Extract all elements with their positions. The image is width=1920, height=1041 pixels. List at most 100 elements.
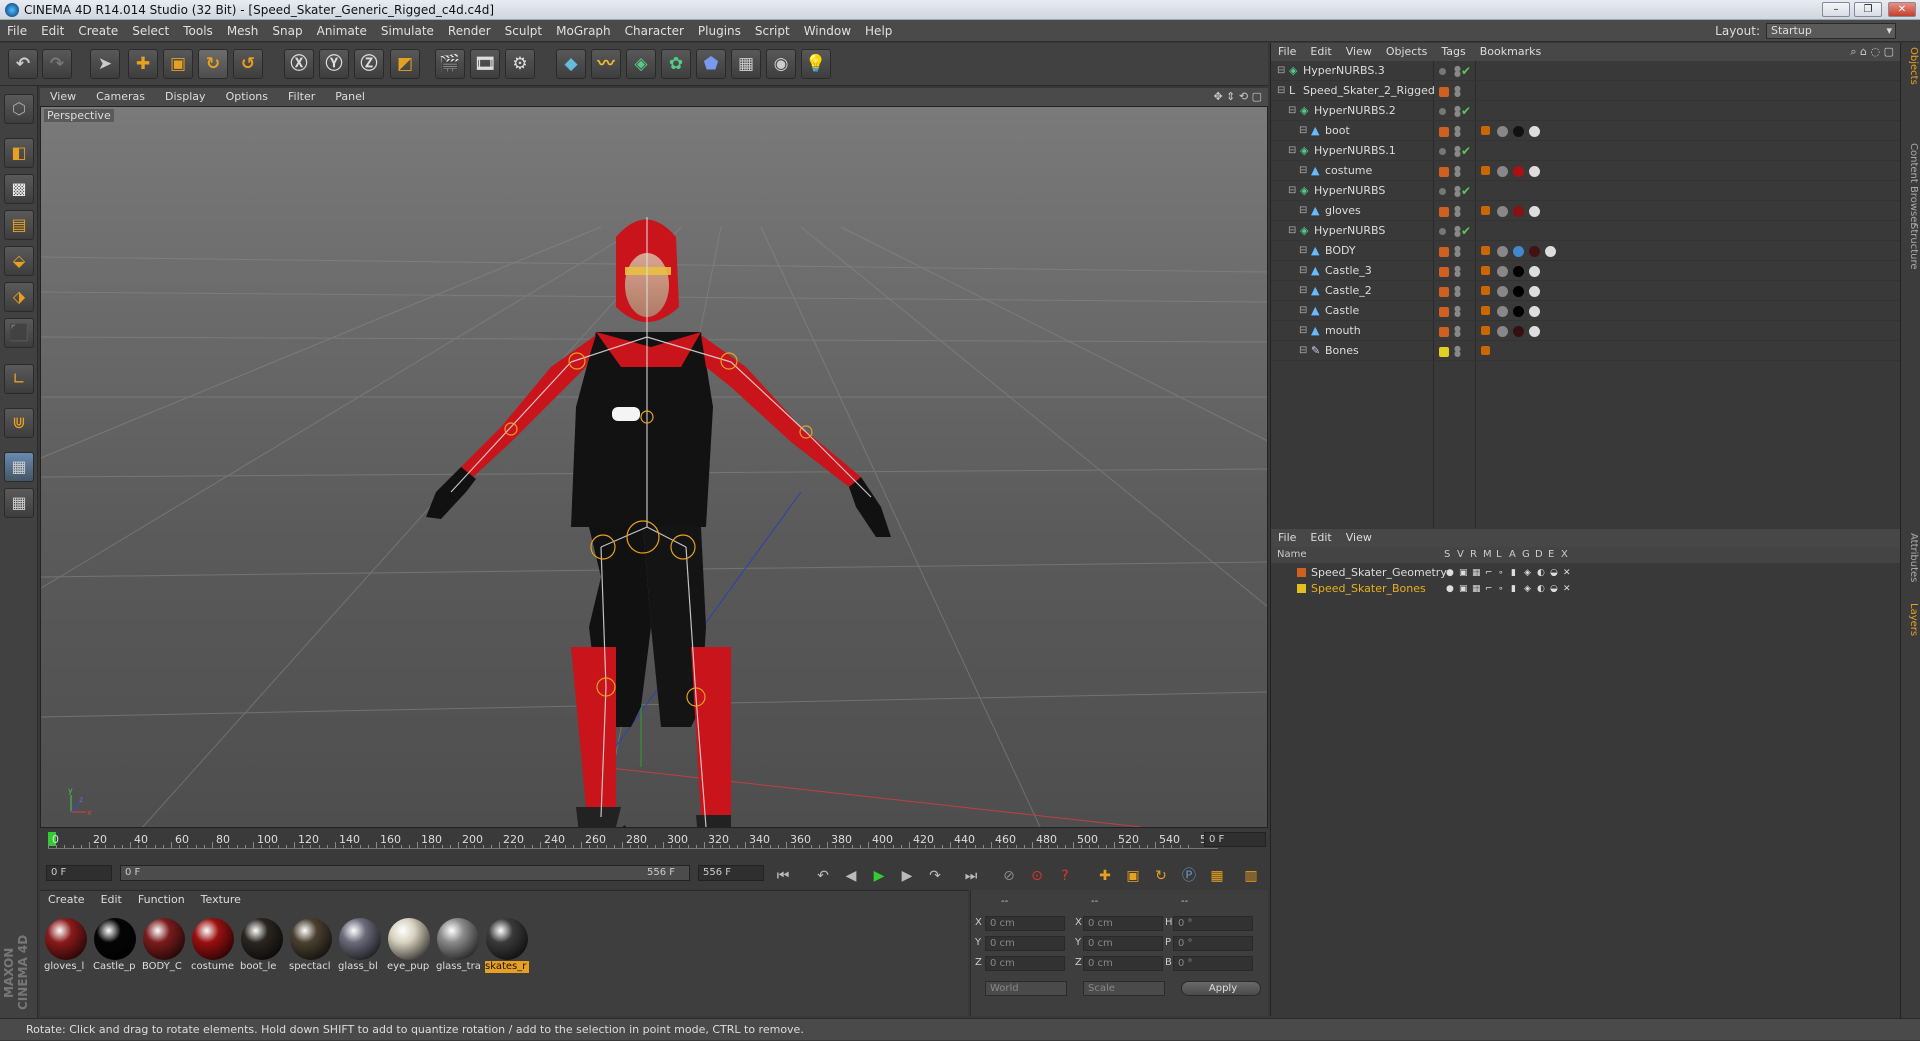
layer-flag-icon[interactable]: ∘ [1498,565,1504,581]
object-menu-tags[interactable]: Tags [1434,43,1472,61]
apply-button[interactable]: Apply [1181,981,1261,996]
world-dropdown[interactable]: World [985,981,1067,996]
object-menu-objects[interactable]: Objects [1379,43,1435,61]
object-name[interactable]: BODY [1325,241,1356,261]
object-row[interactable]: ⊟ ✎ Bones ● ● [1271,341,1901,361]
z-axis-lock-icon[interactable]: Ⓩ [354,49,384,79]
key-parameter-icon[interactable]: Ⓟ [1178,865,1200,887]
points-mode-icon[interactable]: ⬙ [4,246,34,276]
coord-value-field[interactable]: 0 ° [1173,916,1253,931]
recent-tool-icon[interactable]: ↺ [233,49,263,79]
layer-flag-icon[interactable]: ▮ [1511,581,1516,597]
visibility-dots-icon[interactable]: ● ● [1454,205,1461,218]
object-tag-icon[interactable] [1513,166,1524,177]
object-tag-icon[interactable] [1497,126,1508,137]
coord-value-field[interactable]: 0 cm [1083,936,1163,951]
enabled-check-icon[interactable]: ✔ [1461,221,1471,241]
go-to-end-icon[interactable]: ⏭ [960,865,982,887]
object-tag-icon[interactable] [1529,286,1540,297]
object-name[interactable]: Castle_2 [1325,281,1372,301]
step-forward-icon[interactable]: ▶ [896,865,918,887]
next-key-icon[interactable]: ↷ [924,865,946,887]
layer-name[interactable]: Speed_Skater_Bones [1311,581,1426,597]
object-row[interactable]: ⊟ ▲ BODY ● ● [1271,241,1901,261]
redo-icon[interactable]: ↷ [42,49,72,79]
nurbs-icon[interactable]: ◈ [626,49,656,79]
object-tag-icon[interactable] [1497,246,1508,257]
object-row[interactable]: ⊟ ◈ HyperNURBS ● ● ✔ [1271,181,1901,201]
render-settings-icon[interactable]: ⚙ [505,49,535,79]
object-tag-icon[interactable] [1497,206,1508,217]
expand-toggle-icon[interactable]: ⊟ [1288,221,1296,241]
object-tag-icon[interactable] [1529,126,1540,137]
layer-color-dot[interactable] [1439,228,1446,235]
x-axis-lock-icon[interactable]: Ⓧ [284,49,314,79]
step-back-icon[interactable]: ◀ [840,865,862,887]
object-name[interactable]: HyperNURBS.1 [1314,141,1396,161]
edges-mode-icon[interactable]: ⬗ [4,282,34,312]
expand-toggle-icon[interactable]: ⊟ [1299,201,1307,221]
visibility-dots-icon[interactable]: ● ● [1454,165,1461,178]
object-tag-icon[interactable] [1529,326,1540,337]
visibility-dots-icon[interactable]: ● ● [1454,265,1461,278]
expand-toggle-icon[interactable]: ⊟ [1299,261,1307,281]
layer-color-dot[interactable] [1439,148,1446,155]
object-tag-icon[interactable] [1481,166,1490,175]
layer-color-dot[interactable] [1439,327,1449,337]
layout-dropdown[interactable]: Startup ▾ [1766,23,1896,39]
object-tag-icon[interactable] [1513,326,1524,337]
coord-value-field[interactable]: 0 ° [1173,956,1253,971]
menu-sculpt[interactable]: Sculpt [498,20,549,42]
scale-icon[interactable]: ▣ [163,49,193,79]
material-menu-create[interactable]: Create [40,891,93,909]
layer-column-v[interactable]: V [1457,547,1464,563]
menu-render[interactable]: Render [441,20,498,42]
workplane-icon[interactable]: ▤ [4,210,34,240]
layer-color-dot[interactable] [1439,127,1449,137]
layer-flag-icon[interactable]: ▦ [1472,581,1481,597]
key-position-icon[interactable]: ✚ [1094,865,1116,887]
enabled-check-icon[interactable]: ✔ [1461,181,1471,201]
model-mode-icon[interactable]: ◧ [4,138,34,168]
move-icon[interactable]: ✚ [128,49,158,79]
expand-toggle-icon[interactable]: ⊟ [1277,61,1285,81]
y-axis-lock-icon[interactable]: Ⓨ [319,49,349,79]
coord-value-field[interactable]: 0 cm [1083,956,1163,971]
restore-button[interactable]: ❐ [1854,2,1882,17]
menu-tools[interactable]: Tools [176,20,220,42]
object-tag-icon[interactable] [1481,126,1490,135]
object-menu-bookmarks[interactable]: Bookmarks [1473,43,1548,61]
object-tag-icon[interactable] [1497,266,1508,277]
start-frame-field[interactable]: 0 F [46,865,112,881]
material-swatch[interactable]: glass_bl [338,917,382,973]
range-slider[interactable]: 0 F 556 F [120,865,690,881]
menu-window[interactable]: Window [797,20,858,42]
object-name[interactable]: HyperNURBS.2 [1314,101,1396,121]
layer-color-dot[interactable] [1439,108,1446,115]
layer-flag-icon[interactable]: ◐ [1537,581,1545,597]
object-name[interactable]: boot [1325,121,1350,141]
object-menu-file[interactable]: File [1271,43,1303,61]
menu-simulate[interactable]: Simulate [374,20,441,42]
minimize-button[interactable]: – [1822,2,1850,17]
side-tab-content-browser[interactable]: Content Browser [1903,143,1919,226]
floor-icon[interactable]: ▦ [731,49,761,79]
layer-flag-icon[interactable]: ◈ [1524,581,1531,597]
menu-mograph[interactable]: MoGraph [549,20,618,42]
layer-column-g[interactable]: G [1522,547,1530,563]
visibility-dots-icon[interactable]: ● ● [1454,125,1461,138]
quantize-icon[interactable]: ▦ [4,488,34,518]
expand-toggle-icon[interactable]: ⊟ [1299,321,1307,341]
object-tag-icon[interactable] [1529,306,1540,317]
menu-snap[interactable]: Snap [265,20,309,42]
object-manager-tool-icons[interactable]: ⌕ ⌂ ◌ ▢ [1850,43,1894,61]
object-row[interactable]: ⊟ ▲ Castle_3 ● ● [1271,261,1901,281]
autokey-icon[interactable]: ⊘ [998,865,1020,887]
rotate-icon[interactable]: ↻ [198,49,228,79]
layer-column-e[interactable]: E [1548,547,1554,563]
menu-character[interactable]: Character [618,20,691,42]
layer-menu-file[interactable]: File [1271,529,1303,547]
object-tag-icon[interactable] [1497,306,1508,317]
expand-toggle-icon[interactable]: ⊟ [1299,121,1307,141]
visibility-dots-icon[interactable]: ● ● [1454,105,1461,118]
